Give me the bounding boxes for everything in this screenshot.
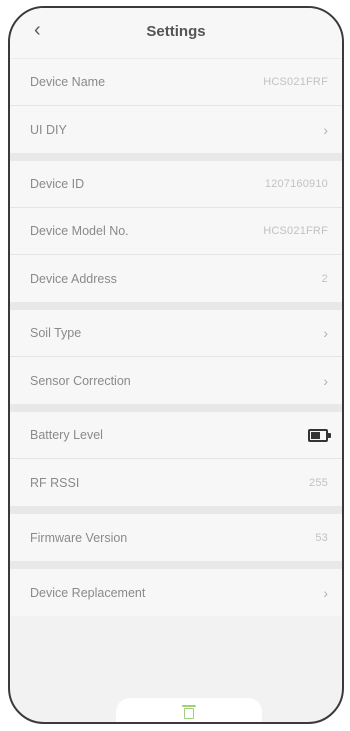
section-status: Battery Level RF RSSI 255 xyxy=(10,412,342,506)
header: ‹ Settings xyxy=(10,8,342,59)
row-value: 255 xyxy=(309,476,328,489)
row-device-name[interactable]: Device Name HCS021FRF xyxy=(10,59,342,106)
row-value: 53 xyxy=(315,531,328,544)
battery-icon xyxy=(308,428,331,442)
trash-lid xyxy=(182,705,196,707)
section-divider xyxy=(10,506,342,514)
section-firmware: Firmware Version 53 xyxy=(10,514,342,561)
row-label: Soil Type xyxy=(30,326,82,340)
row-label: Firmware Version xyxy=(30,530,128,545)
row-label: Device Replacement xyxy=(30,585,146,600)
row-label: Sensor Correction xyxy=(30,373,131,388)
page-title: Settings xyxy=(146,23,206,40)
row-soil-type[interactable]: Soil Type › xyxy=(10,310,342,357)
trash-body xyxy=(184,708,194,719)
section-replacement: Device Replacement › xyxy=(10,569,342,616)
row-rf-rssi: RF RSSI 255 xyxy=(10,459,342,506)
row-sensor-correction[interactable]: Sensor Correction › xyxy=(10,357,342,404)
row-value: HCS021FRF xyxy=(263,76,328,88)
chevron-right-icon: › xyxy=(323,584,328,601)
row-device-model: Device Model No. HCS021FRF xyxy=(10,208,342,255)
section-divider xyxy=(10,153,342,161)
row-firmware-version: Firmware Version 53 xyxy=(10,514,342,561)
bottom-action-bar xyxy=(116,698,262,722)
phone-frame: ‹ Settings Device Name HCS021FRF UI DIY … xyxy=(8,6,344,724)
section-divider xyxy=(10,561,342,569)
row-ui-diy[interactable]: UI DIY › xyxy=(10,106,342,153)
chevron-right-icon: › xyxy=(323,121,328,138)
row-label: UI DIY xyxy=(30,122,67,137)
row-label: Device ID xyxy=(30,177,85,191)
section-device-name: Device Name HCS021FRF UI DIY › xyxy=(10,59,342,153)
row-battery-level: Battery Level xyxy=(10,412,342,459)
row-label: Device Name xyxy=(30,75,106,89)
row-device-replacement[interactable]: Device Replacement › xyxy=(10,569,342,616)
section-divider xyxy=(10,302,342,310)
chevron-right-icon: › xyxy=(323,325,328,341)
trash-icon[interactable] xyxy=(182,705,196,719)
row-label: Battery Level xyxy=(30,428,103,442)
row-device-address: Device Address 2 xyxy=(10,255,342,302)
chevron-right-icon: › xyxy=(323,372,328,389)
section-soil: Soil Type › Sensor Correction › xyxy=(10,310,342,404)
section-device-info: Device ID 1207160910 Device Model No. HC… xyxy=(10,161,342,302)
row-label: RF RSSI xyxy=(30,475,80,490)
row-label: Device Model No. xyxy=(30,224,129,238)
row-value: 1207160910 xyxy=(264,178,328,190)
section-divider xyxy=(10,404,342,412)
row-value: 2 xyxy=(321,272,328,285)
row-device-id: Device ID 1207160910 xyxy=(10,161,342,208)
row-label: Device Address xyxy=(30,271,117,286)
row-value: HCS021FRF xyxy=(263,225,328,237)
